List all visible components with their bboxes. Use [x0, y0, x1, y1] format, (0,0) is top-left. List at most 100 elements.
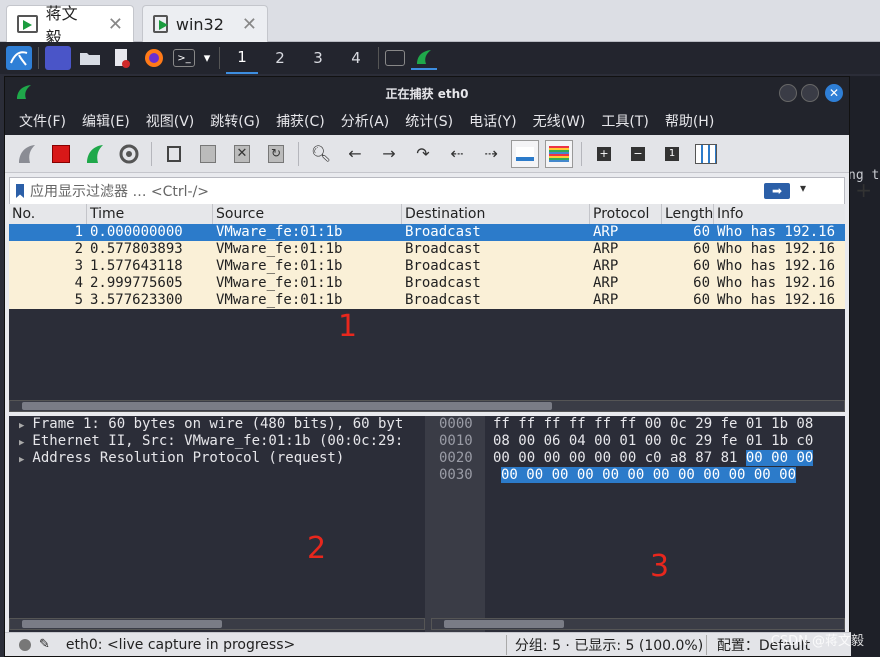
- packet-list-scrollbar[interactable]: [9, 400, 845, 412]
- menu-item-10[interactable]: 帮助(H): [657, 111, 722, 131]
- packet-row[interactable]: 1 0.000000000 VMware_fe:01:1b Broadcast ARP 6…: [9, 224, 845, 241]
- hex-bytes-selected: 00 00 00: [745, 450, 814, 466]
- save-file-icon[interactable]: [194, 140, 222, 168]
- column-time[interactable]: Time: [87, 204, 213, 224]
- display-filter-bar[interactable]: 应用显示过滤器 … <Ctrl-/> ➡ ▾ +: [9, 177, 872, 205]
- packet-row[interactable]: 4 2.999775605 VMware_fe:01:1b Broadcast ARP 6…: [9, 275, 845, 292]
- packet-row[interactable]: 3 1.577643118 VMware_fe:01:1b Broadcast ARP 6…: [9, 258, 845, 275]
- reload-file-icon[interactable]: ↻: [262, 140, 290, 168]
- packet-cell-no: 2: [74, 241, 83, 257]
- menu-item-9[interactable]: 工具(T): [593, 111, 656, 131]
- hex-row[interactable]: 0020 00 00 00 00 00 00 c0 a8 87 81 00 00 …: [431, 450, 845, 467]
- stop-capture-icon[interactable]: [47, 140, 75, 168]
- tab-jiangwenyi[interactable]: 蒋文毅 ✕: [6, 4, 134, 47]
- add-filter-button[interactable]: +: [855, 178, 872, 202]
- desktop-icon[interactable]: [45, 46, 71, 70]
- packet-cell-protocol: ARP: [593, 241, 619, 257]
- packet-row[interactable]: 2 0.577803893 VMware_fe:01:1b Broadcast ARP 6…: [9, 241, 845, 258]
- workspace-2[interactable]: 2: [264, 42, 296, 74]
- close-icon[interactable]: ✕: [242, 14, 257, 35]
- packet-cell-info: Who has 192.16: [717, 224, 836, 240]
- hex-offset: 0010: [439, 433, 473, 449]
- terminal-task-icon[interactable]: [385, 50, 405, 66]
- close-icon[interactable]: ✕: [108, 14, 123, 35]
- detail-tree-item[interactable]: ▶ Ethernet II, Src: VMware_fe:01:1b (00:0…: [9, 433, 425, 450]
- capture-options-icon[interactable]: [115, 140, 143, 168]
- zoom-in-icon[interactable]: +: [590, 140, 618, 168]
- tab-win32[interactable]: win32 ✕: [142, 5, 268, 42]
- go-first-icon[interactable]: ⇠: [443, 140, 471, 168]
- column-no[interactable]: No.: [9, 204, 87, 224]
- packet-details-pane: ▶ Frame 1: 60 bytes on wire (480 bits), 6…: [9, 416, 425, 636]
- folder-icon[interactable]: [77, 46, 103, 70]
- start-capture-icon[interactable]: [13, 140, 41, 168]
- go-back-icon[interactable]: ←: [341, 140, 369, 168]
- text-editor-icon[interactable]: [109, 46, 135, 70]
- detail-tree-item[interactable]: ▶ Address Resolution Protocol (request): [9, 450, 425, 467]
- menu-item-2[interactable]: 视图(V): [138, 111, 203, 131]
- minimize-button[interactable]: [779, 84, 797, 102]
- packet-cell-time: 2.999775605: [90, 275, 183, 291]
- menu-bar: 文件(F) 编辑(E) 视图(V) 跳转(G) 捕获(C) 分析(A) 统计(S) 电话(Y)…: [5, 107, 849, 135]
- column-source[interactable]: Source: [213, 204, 402, 224]
- capture-comment-icon[interactable]: ✎: [39, 637, 50, 652]
- tab-label: 蒋文毅: [45, 4, 78, 47]
- hex-bytes: [485, 467, 493, 483]
- wireshark-window: 正在捕获 eth0 ✕ 文件(F) 编辑(E) 视图(V) 跳转(G) 捕获(C) 分析(…: [4, 76, 872, 657]
- menu-item-7[interactable]: 电话(Y): [461, 111, 524, 131]
- colorize-icon[interactable]: [545, 139, 573, 168]
- bookmark-icon[interactable]: [16, 184, 24, 198]
- column-info[interactable]: Info: [714, 204, 845, 224]
- apply-filter-arrow-icon[interactable]: ➡: [764, 183, 790, 199]
- workspace-1[interactable]: 1: [226, 42, 258, 74]
- normal-size-icon[interactable]: 1: [658, 140, 686, 168]
- menu-item-8[interactable]: 无线(W): [525, 111, 594, 131]
- column-destination[interactable]: Destination: [402, 204, 590, 224]
- packet-cell-no: 3: [74, 258, 83, 274]
- firefox-icon[interactable]: [141, 46, 167, 70]
- autoscroll-icon[interactable]: [511, 139, 539, 168]
- restart-capture-icon[interactable]: [81, 140, 109, 168]
- details-scrollbar[interactable]: [9, 618, 425, 630]
- menu-item-5[interactable]: 分析(A): [333, 111, 398, 131]
- hex-row[interactable]: 0030 00 00 00 00 00 00 00 00 00 00 00 00: [431, 467, 845, 484]
- wireshark-task-icon[interactable]: [411, 46, 437, 70]
- workspace-3[interactable]: 3: [302, 42, 334, 74]
- go-last-icon[interactable]: ⇢: [477, 140, 505, 168]
- menu-item-3[interactable]: 跳转(G): [202, 111, 268, 131]
- detail-tree-item[interactable]: ▶ Frame 1: 60 bytes on wire (480 bits), 6…: [9, 416, 425, 433]
- bytes-scrollbar[interactable]: [431, 618, 845, 630]
- hex-offset: 0030: [439, 467, 473, 483]
- packet-cell-length: 60: [693, 275, 710, 291]
- column-protocol[interactable]: Protocol: [590, 204, 662, 224]
- chevron-down-icon[interactable]: ▾: [800, 181, 806, 195]
- filter-input[interactable]: 应用显示过滤器 … <Ctrl-/>: [30, 181, 209, 201]
- zoom-out-icon[interactable]: −: [624, 140, 652, 168]
- go-to-packet-icon[interactable]: ↷: [409, 140, 437, 168]
- expand-arrow-icon[interactable]: ▶: [19, 452, 24, 469]
- packet-cell-length: 60: [693, 292, 710, 308]
- column-length[interactable]: Length: [662, 204, 714, 224]
- menu-item-1[interactable]: 编辑(E): [74, 111, 138, 131]
- maximize-button[interactable]: [801, 84, 819, 102]
- menu-item-6[interactable]: 统计(S): [397, 111, 461, 131]
- hex-row[interactable]: 0000 ff ff ff ff ff ff 00 0c 29 fe 01 1b …: [431, 416, 845, 433]
- watermark: CSDN @蒋文毅: [770, 634, 864, 649]
- status-packets: 分组: 5 · 已显示: 5 (100.0%): [505, 634, 706, 655]
- go-forward-icon[interactable]: →: [375, 140, 403, 168]
- chevron-down-icon[interactable]: ▾: [201, 46, 213, 70]
- resize-columns-icon[interactable]: [692, 140, 720, 168]
- close-button[interactable]: ✕: [825, 84, 843, 102]
- find-packet-icon[interactable]: 🔍︎: [307, 140, 335, 168]
- menu-item-0[interactable]: 文件(F): [11, 111, 74, 131]
- menu-item-4[interactable]: 捕获(C): [268, 111, 333, 131]
- capture-status-icon: [19, 638, 31, 651]
- hex-bytes: ff ff ff ff ff ff 00 0c 29 fe 01 1b 08: [493, 416, 814, 432]
- hex-row[interactable]: 0010 08 00 06 04 00 01 00 0c 29 fe 01 1b …: [431, 433, 845, 450]
- open-file-icon[interactable]: [160, 140, 188, 168]
- kali-menu-icon[interactable]: [6, 46, 32, 70]
- terminal-icon[interactable]: >_: [173, 49, 195, 67]
- close-file-icon[interactable]: ✕: [228, 140, 256, 168]
- workspace-4[interactable]: 4: [340, 42, 372, 74]
- packet-row[interactable]: 5 3.577623300 VMware_fe:01:1b Broadcast ARP 6…: [9, 292, 845, 309]
